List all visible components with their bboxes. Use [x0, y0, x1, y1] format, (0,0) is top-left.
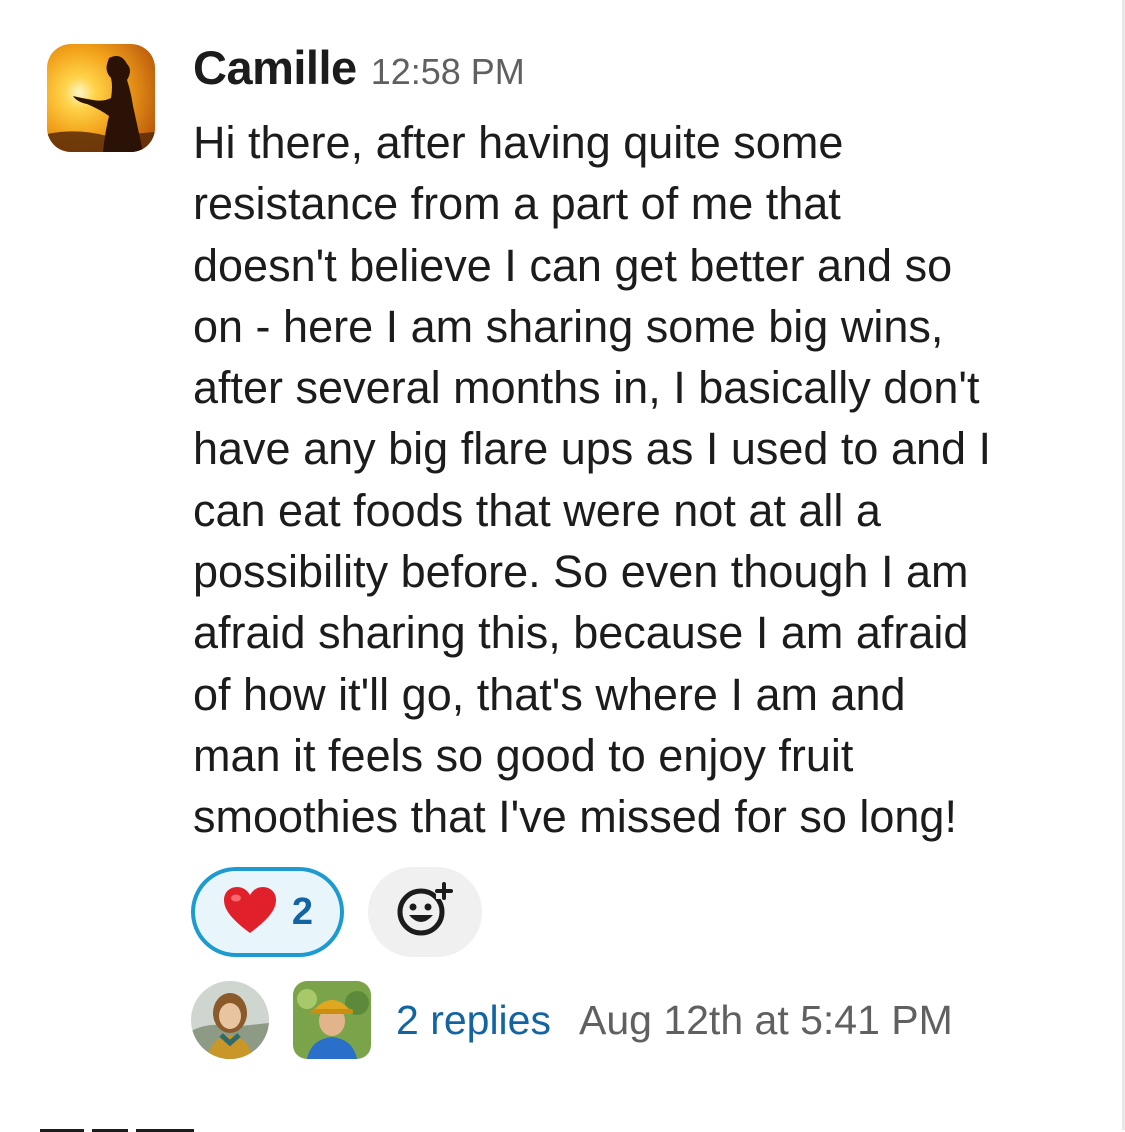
- message-line: resistance from a part of me that: [193, 178, 841, 230]
- message-line: doesn't believe I can get better and so: [193, 239, 953, 291]
- thread-summary[interactable]: 2 replies Aug 12th at 5:41 PM: [191, 980, 953, 1060]
- message-line: can eat foods that were not at all a: [193, 484, 881, 536]
- message-item[interactable]: Camille 12:58 PM Hi there, after having …: [0, 0, 1122, 1132]
- reply-avatar[interactable]: [191, 981, 269, 1059]
- last-reply-time: Aug 12th at 5:41 PM: [578, 996, 953, 1043]
- message-line: possibility before. So even though I am: [193, 546, 969, 598]
- message-line: smoothies that I've missed for so long!: [193, 791, 957, 843]
- message-line: man it feels so good to enjoy fruit: [193, 729, 854, 781]
- heart-icon: [222, 885, 278, 940]
- message-timestamp[interactable]: 12:58 PM: [371, 51, 525, 93]
- add-reaction-icon: [396, 881, 454, 944]
- message-line: on - here I am sharing some big wins,: [193, 300, 944, 352]
- add-reaction-button[interactable]: [368, 867, 482, 957]
- reply-avatar[interactable]: [293, 981, 371, 1059]
- next-message-peek: [40, 1124, 230, 1132]
- reaction-count: 2: [291, 890, 314, 933]
- message-line: after several months in, I basically don…: [193, 362, 980, 414]
- message-line: have any big flare ups as I used to and …: [193, 423, 992, 475]
- message-header: Camille 12:58 PM: [193, 40, 525, 110]
- message-body: Hi there, after having quite some resist…: [193, 112, 1098, 848]
- author-name[interactable]: Camille: [193, 40, 357, 95]
- message-line: Hi there, after having quite some: [193, 117, 844, 168]
- author-avatar[interactable]: [47, 44, 155, 152]
- message-line: of how it'll go, that's where I am and: [193, 668, 906, 720]
- message-line: afraid sharing this, because I am afraid: [193, 607, 969, 659]
- reaction-heart-button[interactable]: 2: [191, 867, 344, 957]
- replies-link[interactable]: 2 replies: [396, 997, 551, 1044]
